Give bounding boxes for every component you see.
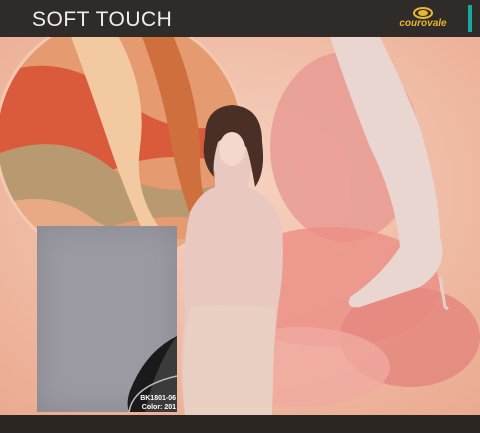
logo-wordmark: courovale xyxy=(399,18,447,29)
swatch-code: BK1801-06 xyxy=(140,395,176,402)
swatch-label: BK1801-06 Color: 201 xyxy=(136,394,176,412)
moodboard: SOFT TOUCH courovale BK1801-06 Color: 20… xyxy=(0,0,480,433)
swatch-color: Color: 201 xyxy=(141,404,176,411)
fabric-swatch xyxy=(37,226,177,412)
page-curl-icon xyxy=(127,336,177,412)
page-title: SOFT TOUCH xyxy=(32,8,173,31)
header-bar: SOFT TOUCH courovale xyxy=(0,0,480,37)
brand-logo: courovale xyxy=(388,6,458,32)
bottom-band xyxy=(0,415,480,433)
accent-bar xyxy=(468,5,472,32)
